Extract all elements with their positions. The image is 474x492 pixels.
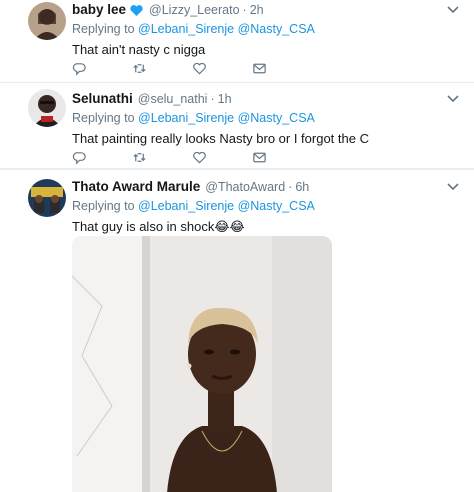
avatar[interactable]: [28, 179, 66, 217]
tweet-content: baby lee @Lizzy_Leerato · 2h Replying to…: [72, 2, 462, 58]
retweet-icon: [133, 152, 146, 162]
tweet-actions: [72, 60, 332, 76]
tweet-media-photo[interactable]: [72, 236, 332, 492]
tweet-2[interactable]: Selunathi @selu_nathi · 1h Replying to @…: [0, 82, 474, 169]
mention-link[interactable]: @Lebani_Sirenje: [138, 199, 234, 213]
caret-down-icon[interactable]: [444, 2, 462, 18]
tweet-3[interactable]: Thato Award Marule @ThatoAward · 6h Repl…: [0, 169, 474, 492]
replying-label: Replying to: [72, 199, 139, 213]
like-button[interactable]: [192, 149, 252, 165]
separator-dot: ·: [210, 92, 215, 106]
reply-button[interactable]: [72, 60, 132, 76]
reply-button[interactable]: [72, 149, 132, 165]
caret-down-icon[interactable]: [444, 91, 462, 107]
caret-down-icon[interactable]: [444, 179, 462, 195]
like-icon: [193, 62, 206, 75]
display-name[interactable]: Thato Award Marule: [72, 179, 200, 195]
message-button[interactable]: [252, 60, 312, 76]
tweet-text: That ain't nasty c nigga: [72, 42, 206, 57]
tweet-header: Thato Award Marule @ThatoAward · 6h: [72, 179, 462, 195]
tweet-header: baby lee @Lizzy_Leerato · 2h: [72, 2, 462, 18]
replying-to: Replying to @Lebani_Sirenje @Nasty_CSA: [72, 199, 462, 214]
message-icon: [253, 152, 266, 162]
user-handle[interactable]: @ThatoAward: [205, 179, 285, 195]
mention-link[interactable]: @Lebani_Sirenje: [138, 111, 234, 125]
mention-link[interactable]: @Nasty_CSA: [238, 199, 315, 213]
tweet-content: Thato Award Marule @ThatoAward · 6h Repl…: [72, 179, 462, 235]
message-button[interactable]: [252, 149, 312, 165]
display-name[interactable]: baby lee: [72, 2, 126, 18]
replying-label: Replying to: [72, 22, 139, 36]
replying-to: Replying to @Lebani_Sirenje @Nasty_CSA: [72, 111, 462, 126]
avatar[interactable]: [28, 2, 66, 40]
tweet-header: Selunathi @selu_nathi · 1h: [72, 91, 462, 107]
like-icon: [193, 151, 206, 164]
separator-dot: ·: [288, 180, 293, 194]
tweet-1[interactable]: baby lee @Lizzy_Leerato · 2h Replying to…: [0, 0, 474, 82]
retweet-button[interactable]: [132, 60, 192, 76]
timestamp[interactable]: 6h: [295, 179, 309, 195]
user-handle[interactable]: @selu_nathi: [138, 91, 208, 107]
display-name[interactable]: Selunathi: [72, 91, 133, 107]
mention-link[interactable]: @Nasty_CSA: [238, 22, 315, 36]
tweet-content: Selunathi @selu_nathi · 1h Replying to @…: [72, 91, 462, 147]
timestamp[interactable]: 2h: [250, 2, 264, 18]
retweet-button[interactable]: [132, 149, 192, 165]
tweet-actions: [72, 149, 332, 165]
mention-link[interactable]: @Lebani_Sirenje: [138, 22, 234, 36]
retweet-icon: [133, 63, 146, 73]
reply-icon: [72, 151, 86, 165]
user-handle[interactable]: @Lizzy_Leerato: [149, 2, 240, 18]
reply-icon: [72, 62, 86, 76]
replying-label: Replying to: [72, 111, 139, 125]
tweet-text: That painting really looks Nasty bro or …: [72, 131, 369, 146]
tweet-text: That guy is also in shock😂😂: [72, 219, 245, 234]
avatar[interactable]: [28, 89, 66, 127]
timestamp[interactable]: 1h: [218, 91, 232, 107]
replying-to: Replying to @Lebani_Sirenje @Nasty_CSA: [72, 22, 462, 37]
separator-dot: ·: [242, 3, 247, 17]
message-icon: [253, 63, 266, 73]
heart-emoji-icon: [129, 3, 144, 18]
mention-link[interactable]: @Nasty_CSA: [238, 111, 315, 125]
like-button[interactable]: [192, 60, 252, 76]
